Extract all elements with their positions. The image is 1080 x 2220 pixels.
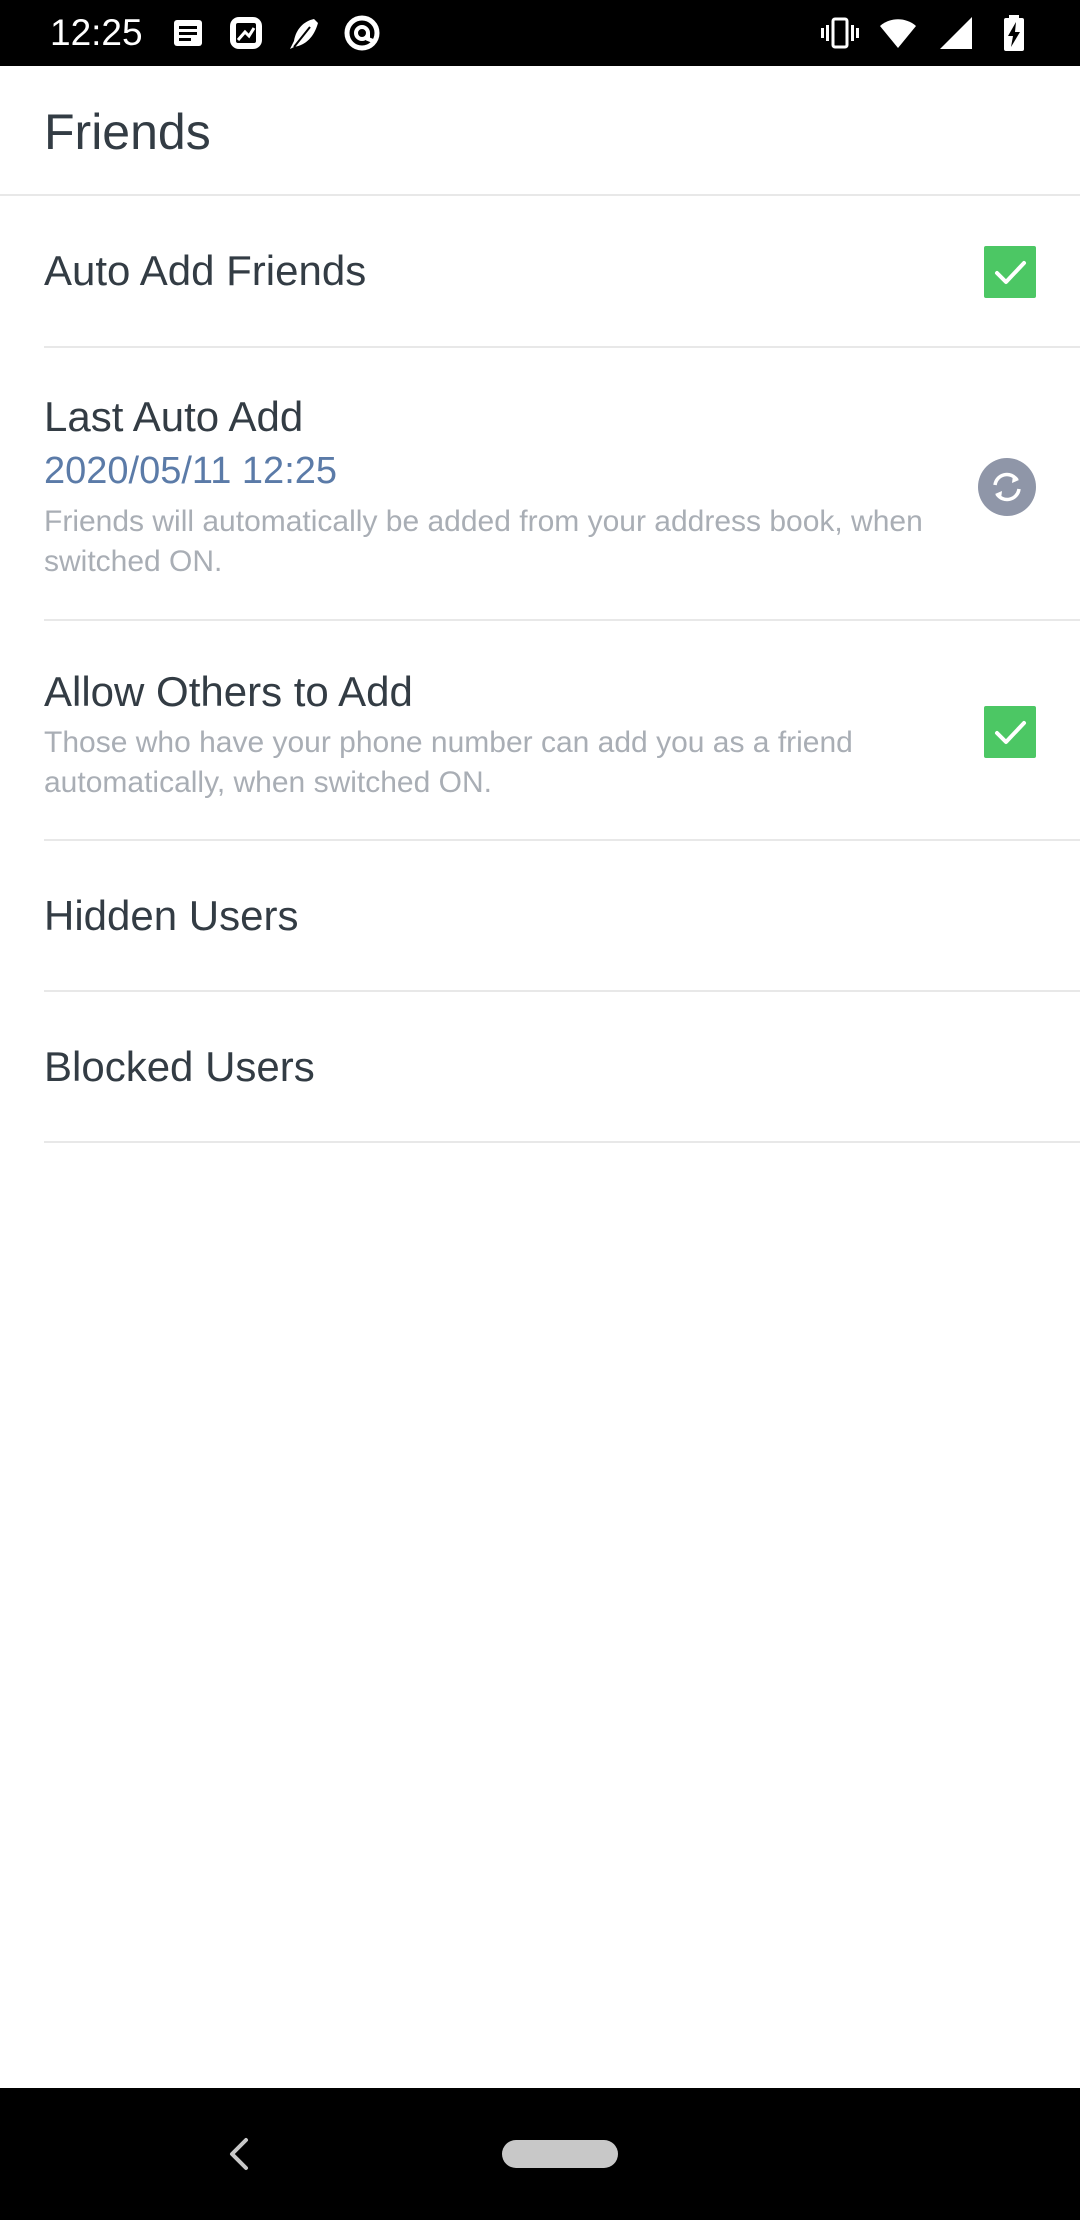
checkmark-icon xyxy=(995,721,1026,744)
last-auto-add-description: Friends will automatically be added from… xyxy=(44,505,923,578)
back-icon[interactable] xyxy=(224,2134,254,2174)
refresh-icon xyxy=(993,472,1021,502)
hidden-users-label: Hidden Users xyxy=(44,892,299,939)
vibrate-icon xyxy=(821,17,859,49)
page-title: Friends xyxy=(44,104,211,160)
hidden-users-row[interactable]: Hidden Users xyxy=(44,841,1080,992)
allow-others-to-add-description: Those who have your phone number can add… xyxy=(44,726,853,799)
blocked-users-label: Blocked Users xyxy=(44,1043,315,1090)
blocked-users-row[interactable]: Blocked Users xyxy=(44,992,1080,1143)
last-auto-add-label: Last Auto Add xyxy=(44,393,304,440)
last-auto-add-row: Last Auto Add 2020/05/11 12:25 Friends w… xyxy=(44,348,1080,621)
header: Friends xyxy=(0,66,1080,196)
allow-others-to-add-row[interactable]: Allow Others to Add Those who have your … xyxy=(44,621,1080,841)
wifi-icon xyxy=(880,19,916,48)
status-bar: 12:25 xyxy=(0,0,1080,66)
status-right-icons xyxy=(820,12,1034,54)
message-icon xyxy=(174,20,202,46)
signal-icon xyxy=(940,17,972,49)
image-icon xyxy=(230,17,262,49)
checkmark-icon xyxy=(995,261,1026,284)
status-time: 12:25 xyxy=(50,12,143,53)
allow-others-to-add-checkbox[interactable] xyxy=(984,706,1036,758)
auto-add-friends-label: Auto Add Friends xyxy=(44,247,367,294)
last-auto-add-date: 2020/05/11 12:25 xyxy=(44,450,338,492)
allow-others-to-add-label: Allow Others to Add xyxy=(44,668,413,715)
at-sign-icon xyxy=(344,15,380,51)
battery-charging-icon xyxy=(1004,15,1024,51)
auto-add-friends-row[interactable]: Auto Add Friends xyxy=(44,196,1080,348)
refresh-button[interactable] xyxy=(978,458,1036,516)
home-button[interactable] xyxy=(502,2140,618,2168)
navigation-bar xyxy=(0,2088,1080,2220)
status-left-icons xyxy=(168,12,382,54)
feather-icon xyxy=(290,19,318,49)
auto-add-friends-checkbox[interactable] xyxy=(984,246,1036,298)
